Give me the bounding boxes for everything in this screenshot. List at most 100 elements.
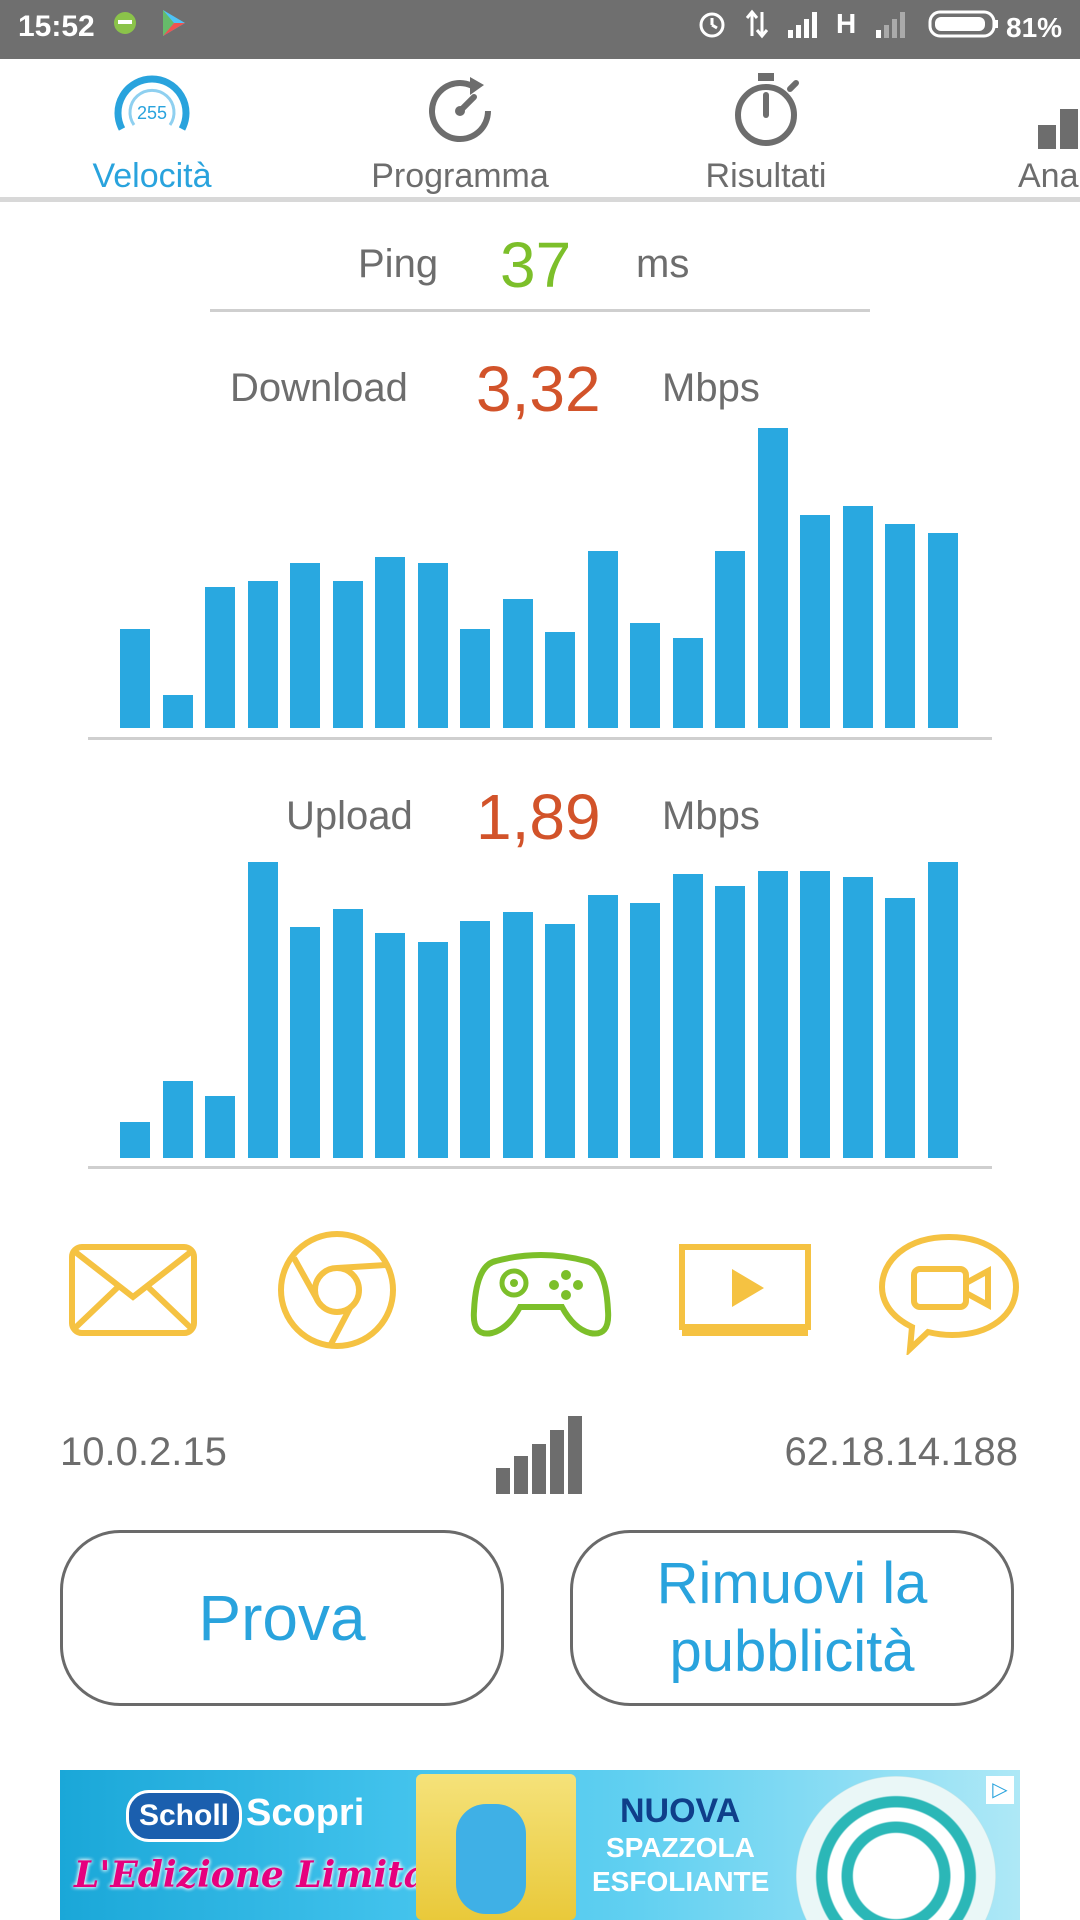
chart-bar bbox=[502, 599, 533, 728]
signal-weak-icon bbox=[874, 8, 910, 47]
public-ip: 62.18.14.188 bbox=[784, 1430, 1018, 1474]
gauge-text: 255 bbox=[137, 103, 167, 123]
upload-unit: Mbps bbox=[662, 794, 760, 838]
remove-ads-button[interactable]: Rimuovi la pubblicità bbox=[570, 1530, 1014, 1706]
ad-brush-image bbox=[796, 1776, 996, 1920]
download-unit: Mbps bbox=[662, 366, 760, 410]
upload-label: Upload bbox=[286, 794, 413, 838]
chart-bar bbox=[885, 524, 915, 728]
chart-bar bbox=[502, 912, 533, 1158]
download-value: 3,32 bbox=[476, 353, 601, 425]
chart-bar bbox=[757, 428, 788, 728]
ping-divider bbox=[210, 309, 870, 312]
tab-bar: 255 Velocità Programma Risultati Ana bbox=[0, 59, 1080, 199]
download-chart bbox=[88, 428, 992, 728]
chart-bar bbox=[545, 632, 575, 728]
download-axis bbox=[88, 737, 992, 740]
remove-ads-label-line1: Rimuovi la bbox=[656, 1551, 928, 1616]
video-call-icon[interactable] bbox=[874, 1225, 1024, 1357]
chart-bar bbox=[375, 557, 405, 728]
test-button[interactable]: Prova bbox=[60, 1530, 504, 1706]
chart-bar bbox=[800, 515, 830, 728]
battery-percent: 81% bbox=[1006, 12, 1063, 43]
ad-headline-2: SPAZZOLA bbox=[606, 1832, 755, 1863]
upload-value: 1,89 bbox=[476, 781, 601, 853]
chart-bar bbox=[120, 1122, 150, 1158]
play-store-icon bbox=[160, 8, 188, 45]
chart-bar bbox=[587, 894, 618, 1158]
bar-chart-icon bbox=[1038, 109, 1078, 149]
tab-label: Velocità bbox=[92, 157, 212, 195]
tab-label: Programma bbox=[371, 157, 549, 195]
chart-bar bbox=[375, 933, 405, 1158]
chart-bar bbox=[417, 941, 448, 1158]
network-type: H bbox=[836, 8, 857, 39]
chart-bar bbox=[545, 924, 575, 1158]
chart-bar bbox=[757, 870, 788, 1158]
tab-programma[interactable]: Programma bbox=[330, 69, 590, 199]
chart-bar bbox=[162, 1081, 193, 1158]
download-label: Download bbox=[230, 366, 408, 410]
signal-icon bbox=[786, 8, 822, 47]
ping-value: 37 bbox=[500, 229, 572, 301]
tab-underline bbox=[0, 197, 1080, 202]
gamepad-icon[interactable] bbox=[466, 1225, 616, 1355]
chart-bar bbox=[927, 533, 958, 728]
tab-risultati[interactable]: Risultati bbox=[636, 69, 896, 199]
ad-tagline: L'Edizione Limitata bbox=[74, 1854, 468, 1896]
chart-bar bbox=[842, 506, 873, 728]
schedule-dial-icon bbox=[429, 77, 491, 143]
chart-bar bbox=[672, 873, 703, 1158]
ad-headline-3: ESFOLIANTE bbox=[592, 1866, 770, 1897]
battery-icon bbox=[928, 8, 1000, 47]
tab-velocita[interactable]: 255 Velocità bbox=[22, 69, 282, 199]
chart-bar bbox=[885, 897, 915, 1158]
connection-signal-icon bbox=[494, 1412, 586, 1501]
chart-bar bbox=[290, 927, 320, 1158]
chart-bar bbox=[927, 862, 958, 1158]
chart-bar bbox=[715, 551, 745, 728]
stopwatch-icon bbox=[735, 73, 799, 146]
ad-product-image bbox=[416, 1774, 576, 1920]
data-transfer-icon bbox=[744, 8, 770, 47]
video-icon[interactable] bbox=[670, 1225, 820, 1355]
ping-label: Ping bbox=[358, 242, 439, 286]
chart-bar bbox=[460, 629, 490, 728]
ad-cta: Scopri bbox=[246, 1792, 365, 1834]
tab-label: Risultati bbox=[705, 157, 827, 195]
chart-bar bbox=[332, 581, 363, 728]
chart-bar bbox=[715, 885, 745, 1158]
alarm-icon bbox=[696, 8, 728, 47]
chart-bar bbox=[587, 551, 618, 728]
upload-chart bbox=[88, 862, 992, 1158]
local-ip: 10.0.2.15 bbox=[60, 1430, 227, 1474]
chart-bar bbox=[332, 909, 363, 1158]
chart-bar bbox=[460, 921, 490, 1158]
remove-ads-label-line2: pubblicità bbox=[669, 1619, 915, 1684]
chart-bar bbox=[205, 587, 235, 728]
tab-analisi[interactable]: Ana bbox=[1018, 69, 1080, 199]
android-icon bbox=[110, 8, 140, 45]
chart-bar bbox=[800, 870, 830, 1158]
chart-bar bbox=[417, 563, 448, 728]
ad-headline-1: NUOVA bbox=[620, 1792, 741, 1830]
chart-bar bbox=[672, 638, 703, 728]
chart-bar bbox=[120, 629, 150, 728]
chart-bar bbox=[290, 563, 320, 728]
chart-bar bbox=[205, 1095, 235, 1158]
ad-product-device bbox=[456, 1804, 526, 1914]
status-time: 15:52 bbox=[18, 10, 95, 43]
chart-bar bbox=[630, 623, 660, 728]
speedometer-icon: 255 bbox=[114, 75, 190, 131]
browser-icon[interactable] bbox=[262, 1225, 412, 1355]
ad-choices-icon[interactable]: ▷ bbox=[986, 1776, 1014, 1804]
ad-brand-logo: Scholl bbox=[126, 1790, 242, 1842]
ping-unit: ms bbox=[636, 242, 690, 286]
upload-axis bbox=[88, 1166, 992, 1169]
chart-bar bbox=[162, 695, 193, 728]
status-bar: 15:52 H 81% bbox=[0, 0, 1080, 59]
tab-label: Ana bbox=[1018, 157, 1079, 195]
chart-bar bbox=[247, 581, 278, 728]
ad-banner[interactable]: Scholl Scopri L'Edizione Limitata NUOVA … bbox=[60, 1770, 1020, 1920]
email-icon[interactable] bbox=[58, 1225, 208, 1355]
